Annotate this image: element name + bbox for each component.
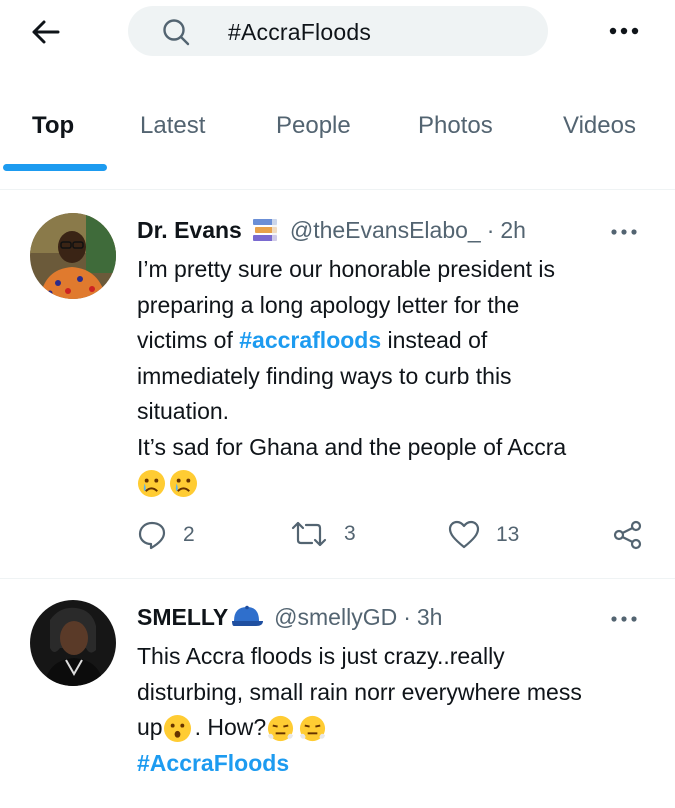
tweet-line: immediately finding ways to curb this — [137, 362, 512, 389]
tab-people[interactable]: People — [276, 112, 351, 140]
retweet-icon — [291, 521, 327, 547]
user-handle[interactable]: @theEvansElabo_ — [290, 217, 481, 244]
timestamp[interactable]: 3h — [417, 604, 443, 631]
reply-button[interactable]: 2 — [137, 520, 195, 550]
more-icon — [609, 27, 639, 35]
user-handle[interactable]: @smellyGD — [274, 604, 397, 631]
reply-count: 2 — [183, 523, 195, 546]
arrow-left-icon — [32, 20, 60, 44]
retweet-button[interactable]: 3 — [290, 520, 356, 548]
reply-icon — [138, 521, 166, 550]
share-icon — [613, 520, 642, 550]
separator-dot: · — [403, 603, 411, 630]
crying-face-emoji — [137, 470, 166, 498]
search-icon — [163, 19, 190, 46]
avatar[interactable] — [30, 600, 116, 686]
more-icon — [611, 616, 637, 622]
tweet-header: SMELLY @smellyGD · 3h — [137, 603, 442, 631]
heart-icon — [448, 520, 480, 549]
timestamp[interactable]: 2h — [500, 217, 526, 244]
active-tab-indicator — [3, 164, 107, 171]
share-button[interactable] — [612, 520, 660, 550]
avatar-image — [30, 213, 116, 299]
separator-dot: · — [486, 216, 495, 243]
hashtag-link[interactable]: #accrafloods — [239, 327, 381, 353]
crying-face-emoji — [169, 470, 198, 498]
tab-latest[interactable]: Latest — [140, 112, 205, 140]
tweet-line: preparing a long apology letter for the — [137, 291, 520, 318]
tweet-line: This Accra floods is just crazy..really — [137, 643, 505, 669]
tab-photos[interactable]: Photos — [418, 112, 493, 140]
blue-cap-emoji — [232, 605, 264, 626]
back-button[interactable] — [28, 14, 64, 50]
like-button[interactable]: 13 — [448, 520, 519, 550]
tweet-line: situation. — [137, 398, 230, 424]
tweet-line: victims of #accrafloods instead of — [137, 327, 488, 353]
tab-videos[interactable]: Videos — [563, 112, 636, 140]
more-options-button[interactable] — [604, 18, 644, 44]
steam-face-emoji — [300, 716, 326, 742]
tweet-header: Dr. Evans @theEvansElabo_ · 2h — [137, 216, 526, 244]
tweet-line: disturbing, small rain norr everywhere m… — [137, 678, 582, 705]
tweet-line: It’s sad for Ghana and the people of Acc… — [137, 433, 567, 460]
avatar-image — [30, 600, 116, 686]
hushed-face-emoji — [163, 715, 191, 743]
like-count: 13 — [496, 523, 520, 546]
tab-top[interactable]: Top — [32, 112, 74, 140]
tabs-divider — [0, 189, 675, 190]
search-input[interactable]: #AccraFloods — [228, 19, 371, 46]
tweet-actions: 2 3 13 — [0, 520, 675, 560]
more-icon — [611, 229, 637, 235]
tweet-line: I’m pretty sure our honorable president … — [137, 256, 556, 282]
tweet-more-button[interactable] — [604, 222, 644, 242]
tweet-line — [137, 465, 657, 501]
tweet-line: up . How? — [137, 710, 657, 746]
steam-face-emoji — [268, 716, 294, 742]
books-emoji — [252, 219, 277, 241]
tweet-text: This Accra floods is just crazy..really … — [137, 639, 657, 781]
retweet-count: 3 — [344, 522, 356, 545]
top-bar: #AccraFloods — [0, 0, 675, 66]
avatar[interactable] — [30, 213, 116, 299]
tweet-line: #AccraFloods — [137, 746, 657, 782]
display-name[interactable]: SMELLY — [137, 604, 228, 631]
tweet-more-button[interactable] — [604, 609, 644, 629]
hashtag-link[interactable]: #AccraFloods — [137, 750, 289, 776]
display-name[interactable]: Dr. Evans — [137, 217, 242, 244]
tweet-divider — [0, 578, 675, 579]
tweet-text: I’m pretty sure our honorable president … — [137, 252, 657, 501]
search-bar[interactable]: #AccraFloods — [128, 6, 548, 56]
